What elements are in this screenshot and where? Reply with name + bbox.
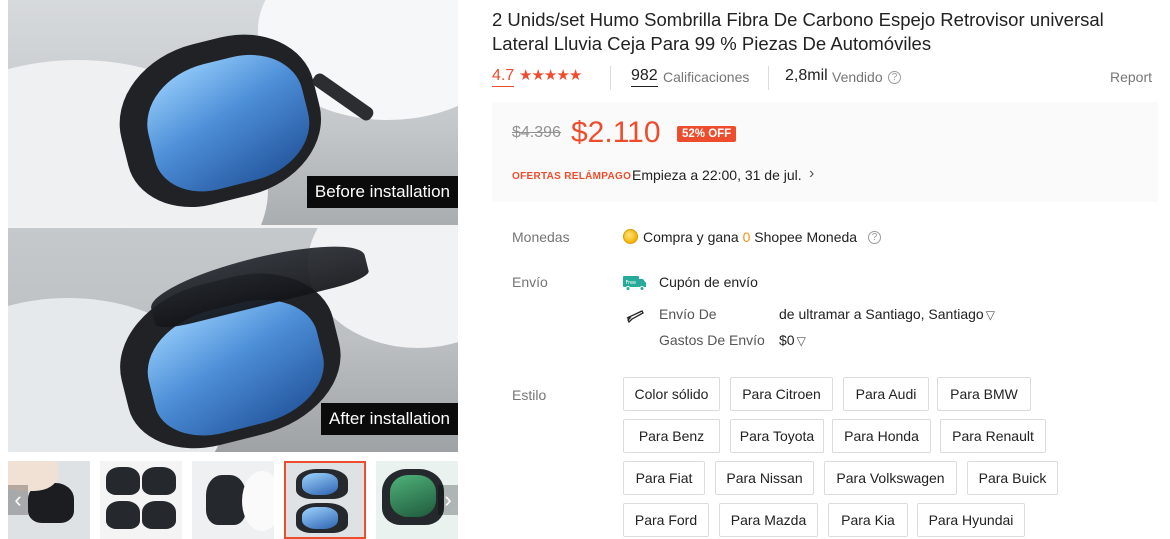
before-installation-photo: Before installation	[8, 0, 458, 225]
thumbnail-4-selected[interactable]	[284, 461, 366, 539]
coins-label: Monedas	[512, 229, 570, 245]
chevron-down-icon: ▽	[985, 308, 995, 322]
chevron-down-icon: ▽	[796, 334, 806, 348]
shipping-from-label: Envío De	[659, 306, 717, 322]
style-option[interactable]: Para Benz	[623, 419, 720, 453]
thumbnail-strip: ‹ ›	[8, 461, 458, 539]
style-option[interactable]: Para Citroen	[730, 377, 833, 411]
help-icon[interactable]: ?	[868, 231, 881, 244]
coins-amount: 0	[742, 229, 751, 245]
flash-sale-row[interactable]: OFERTAS RELÁMPAGO Empieza a 22:00, 31 de…	[512, 165, 1152, 188]
coin-icon	[623, 229, 638, 244]
chevron-right-icon: ›	[809, 165, 815, 182]
svg-text:Free: Free	[626, 280, 637, 286]
style-option[interactable]: Para Kia	[828, 503, 908, 537]
divider	[768, 66, 769, 90]
flash-sale-time: Empieza a 22:00, 31 de jul.	[632, 167, 802, 183]
style-option[interactable]: Para Hyundai	[917, 503, 1025, 537]
thumbnail-prev-arrow[interactable]: ‹	[8, 485, 28, 515]
chevron-left-icon: ‹	[14, 487, 22, 512]
thumbnail-next-arrow[interactable]: ›	[438, 485, 458, 515]
coins-text: Compra y gana 0 Shopee Moneda	[643, 229, 857, 245]
discount-badge: 52% OFF	[677, 126, 737, 142]
product-gallery: Before installation After installation ‹	[8, 0, 458, 539]
style-option[interactable]: Para Renault	[940, 419, 1046, 453]
product-stats: 4.7 ★★★★★ 982 Calificaciones 2,8mil Vend…	[492, 66, 1158, 90]
after-caption: After installation	[321, 403, 458, 435]
star-icon: ★	[568, 67, 582, 84]
product-info: 2 Unids/set Humo Sombrilla Fibra De Carb…	[492, 0, 1158, 537]
main-product-image[interactable]: Before installation After installation	[8, 0, 458, 452]
current-price: $2.110	[571, 116, 661, 149]
shipping-from-value: de ultramar a Santiago, Santiago	[779, 306, 984, 322]
coins-text-prefix: Compra y gana	[643, 229, 739, 245]
style-option[interactable]: Para Ford	[623, 503, 709, 537]
shipping-coupon: Cupón de envío	[659, 274, 758, 290]
sold-label: Vendido	[832, 69, 883, 85]
flash-sale-logo: OFERTAS RELÁMPAGO	[512, 171, 632, 182]
style-option[interactable]: Para Fiat	[623, 461, 705, 495]
thumbnail-2[interactable]	[100, 461, 182, 539]
product-title: 2 Unids/set Humo Sombrilla Fibra De Carb…	[492, 9, 1104, 54]
style-option[interactable]: Para Audi	[843, 377, 929, 411]
style-option[interactable]: Para Volkswagen	[824, 461, 957, 495]
report-link[interactable]: Report	[1110, 69, 1152, 85]
star-icon: ★	[519, 67, 532, 84]
rating-stars: ★★★★★	[519, 66, 582, 86]
style-option[interactable]: Para Nissan	[715, 461, 814, 495]
help-icon[interactable]: ?	[888, 71, 901, 84]
shipping-cost-value: $0	[779, 332, 795, 348]
before-caption: Before installation	[306, 176, 458, 208]
divider	[610, 66, 611, 90]
shipping-from-selector[interactable]: de ultramar a Santiago, Santiago ▽	[779, 306, 995, 322]
shipping-cost-label: Gastos De Envío	[659, 332, 765, 348]
star-icon: ★	[543, 67, 557, 84]
rating-count-label: Calificaciones	[663, 69, 750, 85]
plane-icon	[626, 310, 644, 324]
style-option[interactable]: Para Mazda	[719, 503, 818, 537]
thumbnail-3[interactable]	[192, 461, 274, 539]
style-option[interactable]: Para Honda	[832, 419, 931, 453]
star-icon: ★	[556, 67, 569, 84]
rating-value[interactable]: 4.7	[492, 66, 515, 87]
style-option[interactable]: Para Toyota	[730, 419, 824, 453]
style-label: Estilo	[512, 387, 547, 403]
style-option[interactable]: Para BMW	[937, 377, 1031, 411]
style-option[interactable]: Para Buick	[967, 461, 1058, 495]
free-shipping-truck-icon: Free	[623, 276, 646, 291]
after-installation-photo: After installation	[8, 228, 458, 452]
star-icon: ★	[531, 67, 544, 84]
rating-count[interactable]: 982	[631, 66, 658, 87]
chevron-right-icon: ›	[444, 487, 452, 512]
shipping-cost-selector[interactable]: $0 ▽	[779, 332, 806, 348]
sold-count: 2,8mil	[785, 67, 828, 84]
coins-text-suffix: Shopee Moneda	[754, 229, 858, 245]
original-price: $4.396	[512, 124, 561, 141]
style-option[interactable]: Color sólido	[623, 377, 720, 411]
shipping-label: Envío	[512, 274, 548, 290]
price-section: $4.396 $2.110 52% OFF OFERTAS RELÁMPAGO …	[492, 102, 1158, 202]
